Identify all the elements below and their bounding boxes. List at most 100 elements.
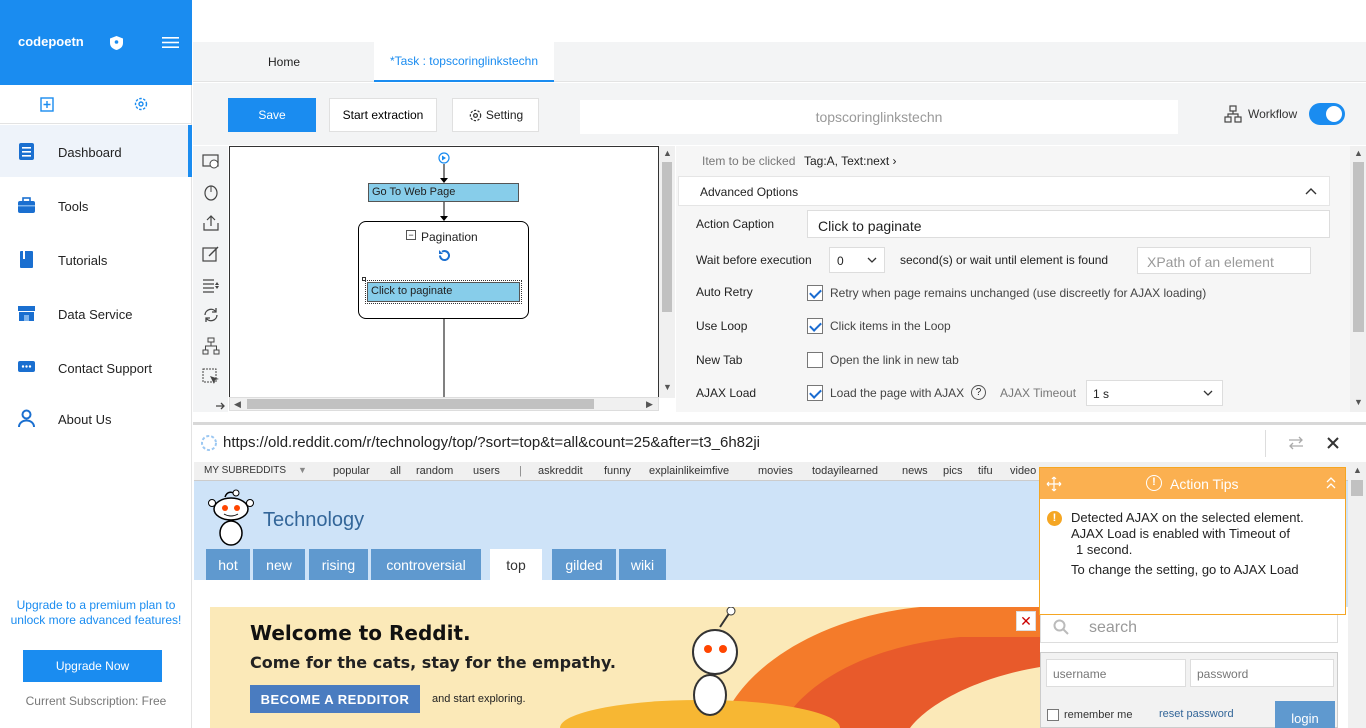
- workflow-canvas[interactable]: Go To Web Page − Pagination Click to pag…: [229, 146, 659, 398]
- scroll-thumb[interactable]: [1353, 162, 1364, 332]
- scroll-down-icon[interactable]: ▼: [663, 382, 672, 392]
- sr-link[interactable]: todayilearned: [812, 465, 878, 477]
- scroll-right-icon[interactable]: ▶: [646, 399, 653, 410]
- upgrade-now-button[interactable]: Upgrade Now: [23, 650, 162, 682]
- save-button[interactable]: Save: [228, 98, 316, 132]
- step-go-to-web-page[interactable]: Go To Web Page: [368, 183, 519, 202]
- tab-controversial[interactable]: controversial: [371, 549, 481, 580]
- close-icon[interactable]: [1327, 437, 1339, 449]
- new-tab-checkbox[interactable]: [807, 352, 823, 368]
- collapse-up-icon[interactable]: [1326, 477, 1336, 489]
- chevron-down-icon: [867, 257, 877, 263]
- expand-icon[interactable]: [215, 401, 225, 411]
- scroll-up-icon[interactable]: ▲: [663, 148, 672, 158]
- sidebar-item-tutorials[interactable]: Tutorials: [0, 233, 192, 285]
- sr-link[interactable]: explainlikeimfive: [649, 465, 729, 477]
- task-name-field[interactable]: topscoringlinkstechn: [580, 100, 1178, 134]
- canvas-horizontal-scrollbar[interactable]: ◀ ▶: [229, 397, 659, 411]
- sr-link[interactable]: popular: [333, 465, 370, 477]
- become-a-redditor-button[interactable]: BECOME A REDDITOR: [250, 685, 420, 713]
- sidebar-item-contact-support[interactable]: Contact Support: [0, 341, 192, 393]
- add-step-icon[interactable]: [202, 152, 220, 170]
- help-icon[interactable]: ?: [971, 385, 986, 400]
- chevron-up-icon[interactable]: [1305, 187, 1317, 195]
- sr-link[interactable]: tifu: [978, 465, 993, 477]
- sr-link[interactable]: funny: [604, 465, 631, 477]
- my-subreddits-dropdown[interactable]: MY SUBREDDITS: [204, 465, 286, 476]
- browser-scrollbar[interactable]: ▲: [1348, 462, 1366, 728]
- sr-link[interactable]: random: [416, 465, 453, 477]
- sr-separator: |: [519, 465, 522, 477]
- remember-me-checkbox[interactable]: [1047, 709, 1059, 721]
- list-sort-icon[interactable]: [202, 276, 220, 294]
- scroll-up-icon[interactable]: ▲: [1354, 148, 1363, 158]
- shield-icon[interactable]: [110, 36, 123, 50]
- subreddit-title[interactable]: Technology: [263, 509, 364, 532]
- move-icon[interactable]: [1046, 476, 1062, 492]
- scroll-down-icon[interactable]: ▼: [1354, 397, 1363, 407]
- canvas-vertical-scrollbar[interactable]: ▲ ▼: [659, 146, 675, 398]
- account-name[interactable]: codepoetn: [18, 34, 84, 49]
- options-scrollbar[interactable]: ▲ ▼: [1350, 146, 1366, 412]
- sidebar-item-tools[interactable]: Tools: [0, 179, 192, 231]
- sr-link[interactable]: askreddit: [538, 465, 583, 477]
- pagination-loop[interactable]: − Pagination Click to paginate: [358, 221, 529, 319]
- start-extraction-button[interactable]: Start extraction: [329, 98, 437, 132]
- wait-seconds-select[interactable]: 0: [829, 247, 885, 273]
- ajax-load-checkbox[interactable]: [807, 385, 823, 401]
- tab-gilded[interactable]: gilded: [552, 549, 616, 580]
- scroll-thumb[interactable]: [1351, 480, 1363, 496]
- tab-rising[interactable]: rising: [309, 549, 368, 580]
- scroll-thumb[interactable]: [247, 399, 594, 409]
- collapse-icon[interactable]: −: [406, 230, 416, 240]
- sr-link[interactable]: all: [390, 465, 401, 477]
- reddit-search-input[interactable]: search: [1040, 611, 1338, 643]
- gear-icon[interactable]: [133, 96, 149, 112]
- mouse-icon[interactable]: [202, 183, 220, 201]
- username-input[interactable]: username: [1046, 659, 1186, 687]
- sidebar-item-data-service[interactable]: Data Service: [0, 287, 192, 339]
- action-tips-header[interactable]: ! Action Tips: [1040, 468, 1345, 499]
- reset-password-link[interactable]: reset password: [1159, 708, 1234, 720]
- tab-new[interactable]: new: [253, 549, 305, 580]
- ajax-timeout-value: 1 s: [1093, 387, 1110, 401]
- tab-home[interactable]: Home: [233, 42, 335, 82]
- edit-icon[interactable]: [202, 245, 220, 263]
- reddit-alien-logo[interactable]: [208, 487, 254, 547]
- scroll-left-icon[interactable]: ◀: [234, 399, 241, 410]
- advanced-options-header[interactable]: Advanced Options: [678, 176, 1330, 206]
- action-caption-input[interactable]: Click to paginate: [807, 210, 1330, 238]
- scroll-up-icon[interactable]: ▲: [1353, 465, 1362, 475]
- select-cursor-icon[interactable]: [202, 368, 220, 386]
- url-input[interactable]: https://old.reddit.com/r/technology/top/…: [223, 434, 760, 451]
- password-input[interactable]: password: [1190, 659, 1334, 687]
- scroll-thumb[interactable]: [662, 162, 672, 312]
- loop-icon[interactable]: [202, 306, 220, 324]
- hamburger-menu-icon[interactable]: [162, 36, 179, 49]
- sr-link[interactable]: news: [902, 465, 928, 477]
- tab-wiki[interactable]: wiki: [619, 549, 666, 580]
- sr-link[interactable]: movies: [758, 465, 793, 477]
- tab-hot[interactable]: hot: [206, 549, 250, 580]
- sr-link[interactable]: users: [473, 465, 500, 477]
- step-click-to-paginate[interactable]: Click to paginate: [365, 280, 522, 304]
- swap-icon[interactable]: [1288, 436, 1304, 450]
- tab-task[interactable]: *Task : topscoringlinkstechn: [374, 42, 554, 82]
- login-button[interactable]: login: [1275, 701, 1335, 728]
- sidebar-item-dashboard[interactable]: Dashboard: [0, 125, 192, 177]
- export-icon[interactable]: [202, 214, 220, 232]
- xpath-input[interactable]: XPath of an element: [1137, 247, 1311, 274]
- hierarchy-icon[interactable]: [202, 337, 220, 355]
- new-task-icon[interactable]: [40, 96, 54, 112]
- sr-link[interactable]: video: [1010, 465, 1036, 477]
- tab-top[interactable]: top: [490, 549, 542, 580]
- item-to-be-clicked-value[interactable]: Tag:A, Text:next ›: [804, 154, 897, 168]
- use-loop-checkbox[interactable]: [807, 318, 823, 334]
- setting-button[interactable]: Setting: [452, 98, 539, 132]
- close-icon[interactable]: ✕: [1016, 611, 1036, 631]
- ajax-timeout-select[interactable]: 1 s: [1086, 380, 1223, 406]
- sidebar-item-about-us[interactable]: About Us: [0, 392, 192, 444]
- sr-link[interactable]: pics: [943, 465, 963, 477]
- workflow-toggle[interactable]: [1309, 103, 1345, 125]
- auto-retry-checkbox[interactable]: [807, 285, 823, 301]
